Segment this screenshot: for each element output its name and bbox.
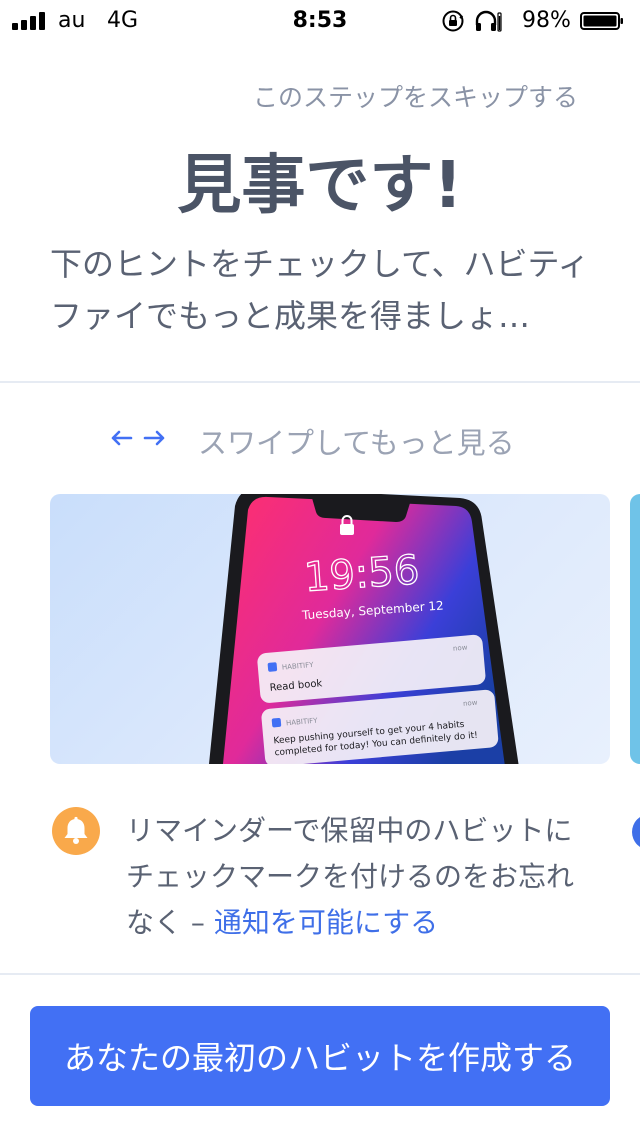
divider [0, 381, 640, 383]
page-subtitle: 下のヒントをチェックして、ハビティファイでもっと成果を得ましょ… [50, 245, 590, 335]
battery-icon [580, 12, 623, 30]
headphones-icon [475, 10, 502, 32]
next-tip-icon-peek [632, 814, 640, 850]
divider [0, 973, 640, 975]
page-title: 見事です! [177, 149, 463, 223]
tip-card-image[interactable]: 19:56 Tuesday, September 12 HABITIFY now… [50, 494, 610, 764]
swipe-hint-label: スワイプしてもっと見る [198, 426, 515, 460]
enable-notifications-link[interactable]: 通知を可能にする [214, 906, 438, 939]
lockscreen-time: 19:56 [303, 547, 421, 601]
tip-text: リマインダーで保留中のハビットにチェックマークを付けるのをお忘れなく – 通知を… [126, 808, 596, 946]
status-bar: au 4G 8:53 98% [0, 0, 640, 42]
notification-when: now [463, 699, 478, 708]
next-card-peek[interactable] [630, 494, 640, 764]
bell-icon [52, 807, 100, 855]
phone-illustration: 19:56 Tuesday, September 12 HABITIFY now… [209, 494, 519, 764]
swipe-arrows-icon [111, 430, 165, 446]
notification-when: now [453, 643, 468, 652]
battery-percent: 98% [522, 8, 571, 33]
skip-step-link[interactable]: このステップをスキップする [253, 78, 578, 114]
create-first-habit-button[interactable]: あなたの最初のハビットを作成する [30, 1006, 610, 1106]
orientation-lock-icon [442, 10, 464, 32]
